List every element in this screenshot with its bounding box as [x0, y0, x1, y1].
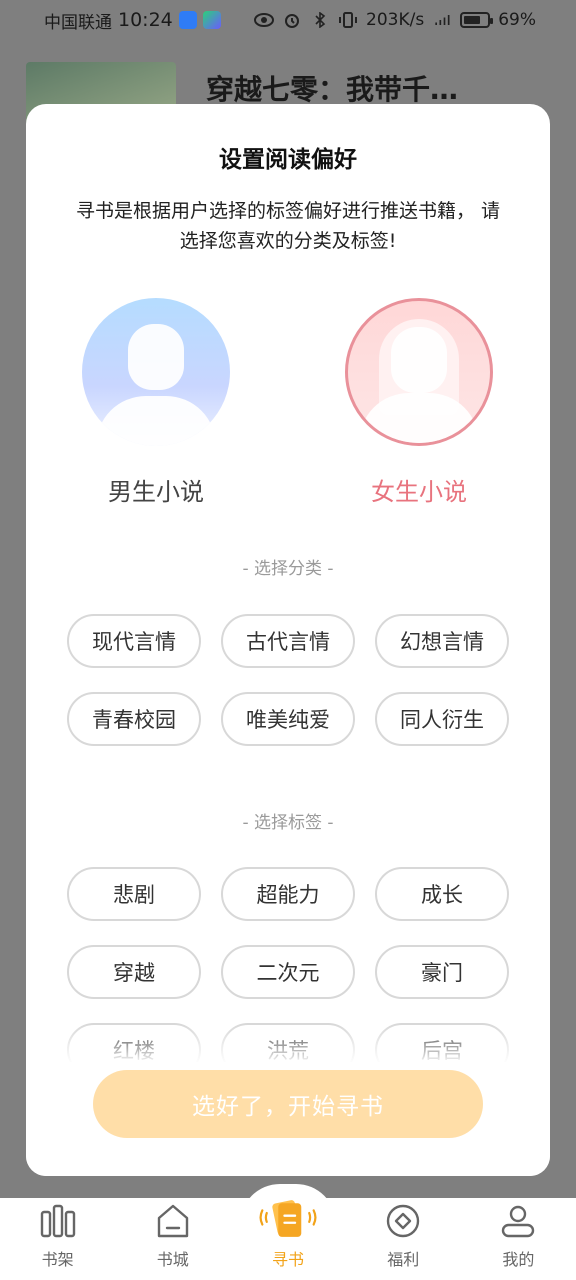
category-chip[interactable]: 现代言情 — [67, 614, 201, 668]
bluetooth-icon — [315, 12, 326, 28]
tag-chip[interactable]: 穿越 — [67, 945, 201, 999]
gender-option-male[interactable]: 男生小说 — [81, 298, 231, 507]
tag-chip[interactable]: 二次元 — [221, 945, 355, 999]
tag-chip[interactable]: 豪门 — [375, 945, 509, 999]
confirm-button[interactable]: 选好了，开始寻书 — [93, 1070, 483, 1138]
nav-item-find-book[interactable]: 寻书 — [230, 1198, 345, 1280]
gender-option-female[interactable]: 女生小说 — [344, 298, 494, 507]
category-chip[interactable]: 唯美纯爱 — [221, 692, 355, 746]
clock: 10:24 — [118, 9, 173, 31]
dialog-title: 设置阅读偏好 — [219, 147, 357, 173]
reading-preference-dialog: 设置阅读偏好 寻书是根据用户选择的标签偏好进行推送书籍， 请选择您喜欢的分类及标… — [26, 104, 550, 1176]
carrier-label: 中国联通 — [44, 12, 112, 33]
alarm-icon — [285, 14, 300, 28]
nav-item-bookstore[interactable]: 书城 — [115, 1198, 230, 1280]
nav-label: 书架 — [41, 1250, 74, 1269]
battery-icon — [460, 12, 494, 28]
category-chip[interactable]: 青春校园 — [67, 692, 201, 746]
nav-item-bookshelf[interactable]: 书架 — [0, 1198, 115, 1280]
gender-label-male: 男生小说 — [108, 478, 204, 506]
vibrate-icon — [339, 12, 358, 28]
category-chip[interactable]: 同人衍生 — [375, 692, 509, 746]
nav-item-welfare[interactable]: 福利 — [346, 1198, 461, 1280]
find-book-icon — [259, 1200, 317, 1237]
book-title: 穿越七零：我带千… — [206, 73, 459, 106]
nav-label: 福利 — [387, 1250, 420, 1269]
shield-app-icon — [178, 11, 197, 29]
eye-icon — [254, 13, 275, 27]
male-avatar-icon — [82, 298, 230, 446]
tag-section-title: - 选择标签 - — [242, 813, 334, 833]
bottom-nav: 书架 书城 寻书 福利 我的 — [0, 1198, 576, 1280]
bookstore-icon — [157, 1204, 188, 1238]
tag-chip[interactable]: 悲剧 — [67, 867, 201, 921]
category-section-title: - 选择分类 - — [242, 559, 334, 579]
nav-label: 寻书 — [272, 1250, 305, 1269]
dialog-description: 寻书是根据用户选择的标签偏好进行推送书籍， 请选择您喜欢的分类及标签! — [75, 200, 501, 252]
category-chip[interactable]: 幻想言情 — [375, 614, 509, 668]
battery-percent: 69% — [498, 10, 536, 30]
gender-label-female: 女生小说 — [371, 478, 467, 506]
signal-5g-icon — [435, 15, 450, 25]
category-chip[interactable]: 古代言情 — [221, 614, 355, 668]
iqiyi-app-icon — [202, 11, 221, 29]
female-avatar-icon — [345, 298, 493, 446]
nav-label: 书城 — [156, 1250, 189, 1269]
profile-icon — [502, 1205, 535, 1238]
bookshelf-icon — [40, 1204, 75, 1238]
nav-item-profile[interactable]: 我的 — [461, 1198, 576, 1280]
tag-chip[interactable]: 成长 — [375, 867, 509, 921]
status-bar: 中国联通 10:24 203K/s 69% — [0, 0, 576, 40]
nav-label: 我的 — [502, 1250, 535, 1269]
scroll-fade — [26, 1024, 550, 1064]
welfare-icon — [387, 1204, 420, 1238]
category-grid: 现代言情 古代言情 幻想言情 青春校园 唯美纯爱 同人衍生 — [67, 614, 509, 746]
tag-chip[interactable]: 超能力 — [221, 867, 355, 921]
network-speed: 203K/s — [366, 10, 425, 30]
